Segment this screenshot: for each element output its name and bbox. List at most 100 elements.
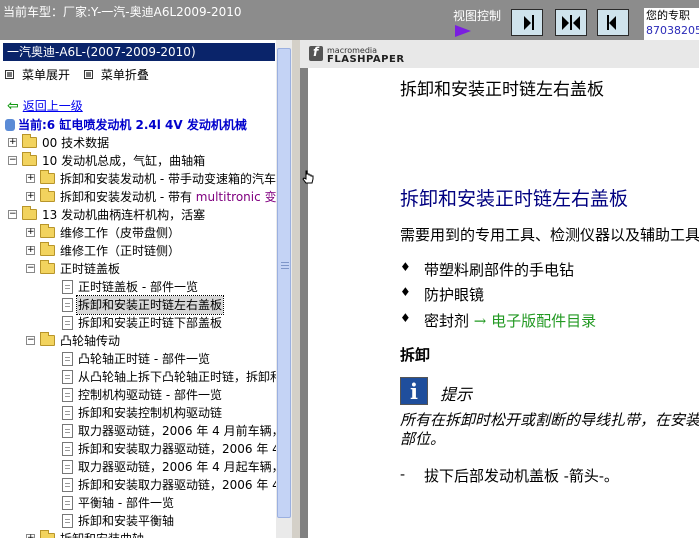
tree-item-label: 拆卸和安装控制机构驱动链 bbox=[78, 406, 223, 420]
document-viewer: macromedia FLASHPAPER 拆卸和安装正时链左右盖板 拆卸和安装… bbox=[300, 40, 699, 538]
back-link-label: 返回上一级 bbox=[22, 99, 83, 113]
list-item-text: 密封剂 bbox=[424, 312, 474, 330]
expand-icon[interactable]: + bbox=[26, 246, 35, 255]
tree-item[interactable]: 拆卸和安装平衡轴 bbox=[0, 512, 277, 530]
menu-collapse-label: 菜单折叠 bbox=[100, 68, 149, 82]
document-icon bbox=[62, 460, 73, 474]
database-icon bbox=[5, 118, 15, 131]
folder-icon bbox=[40, 224, 55, 238]
expand-icon[interactable]: + bbox=[8, 138, 17, 147]
tree-item[interactable]: + 拆卸和安装曲轴 bbox=[0, 530, 277, 538]
document-icon bbox=[62, 298, 73, 312]
tree-item-label: 从凸轮轴上拆下凸轮轴正时链，拆卸和 bbox=[78, 370, 277, 384]
tree-item-label: 维修工作（正时链侧） bbox=[60, 244, 181, 258]
view-control-label: 视图控制 bbox=[453, 9, 502, 23]
expand-icon[interactable]: + bbox=[26, 228, 35, 237]
tip-text-line: 所有在拆卸时松开或割断的导线扎带，在安装时 bbox=[400, 411, 699, 429]
tree-item-label: 维修工作（皮带盘侧） bbox=[60, 226, 181, 240]
tip-text: 所有在拆卸时松开或割断的导线扎带，在安装时 部位。 bbox=[400, 411, 699, 449]
view-control-arrow-icon bbox=[455, 25, 471, 37]
tree-item[interactable]: − 凸轮轴传动 bbox=[0, 332, 277, 350]
vehicle-brand-header: 一汽奥迪-A6L-(2007-2009-2010) bbox=[3, 43, 275, 61]
arrow-right-icon bbox=[562, 16, 569, 30]
tree-item[interactable]: + 维修工作（正时链侧） bbox=[0, 242, 277, 260]
folder-icon bbox=[22, 134, 37, 148]
arrow-left-icon bbox=[609, 16, 616, 30]
tree-item[interactable]: 拆卸和安装取力器驱动链，2006 年 4 bbox=[0, 440, 277, 458]
back-link[interactable]: ⇦ 返回上一级 bbox=[7, 97, 83, 114]
info-icon bbox=[400, 377, 428, 405]
menu-collapse-button[interactable]: 菜单折叠 bbox=[83, 68, 149, 82]
tree-item[interactable]: + 拆卸和安装发动机 - 带有 multitronic 变 bbox=[0, 188, 277, 206]
tree-item[interactable]: 凸轮轴正时链 - 部件一览 bbox=[0, 350, 277, 368]
tree-item[interactable]: 取力器驱动链，2006 年 4 月起车辆， bbox=[0, 458, 277, 476]
tree-item[interactable]: 平衡轴 - 部件一览 bbox=[0, 494, 277, 512]
tree-item[interactable]: 拆卸和安装正时链下部盖板 bbox=[0, 314, 277, 332]
document-icon bbox=[62, 352, 73, 366]
page-header-title: 拆卸和安装正时链左右盖板 bbox=[400, 80, 604, 100]
menu-expand-button[interactable]: 菜单展开 bbox=[5, 68, 70, 82]
collapse-icon[interactable]: − bbox=[26, 264, 35, 273]
tree-item-label: 凸轮轴正时链 - 部件一览 bbox=[78, 352, 210, 366]
parts-catalog-link[interactable]: → 电子版配件目录 bbox=[474, 312, 596, 330]
view-expand-right-button[interactable] bbox=[511, 9, 543, 36]
tree-item[interactable]: − 13 发动机曲柄连杆机构，活塞 bbox=[0, 206, 277, 224]
document-icon bbox=[62, 280, 73, 294]
tree-item[interactable]: + 00 技术数据 bbox=[0, 134, 277, 152]
tree-item-label: 拆卸和安装发动机 - 带有 multitronic 变 bbox=[60, 190, 277, 204]
tree-item[interactable]: 取力器驱动链，2006 年 4 月前车辆， bbox=[0, 422, 277, 440]
tree-item-label: 拆卸和安装正时链左右盖板 bbox=[75, 295, 225, 315]
flashpaper-logo-icon bbox=[309, 45, 323, 61]
collapse-icon[interactable]: − bbox=[8, 210, 17, 219]
list-item-text: 带塑料刷部件的手电钻 bbox=[424, 261, 575, 279]
document-icon bbox=[62, 424, 73, 438]
tree-item-label: 取力器驱动链，2006 年 4 月起车辆， bbox=[78, 460, 277, 474]
tree-item-selected[interactable]: 拆卸和安装正时链左右盖板 bbox=[0, 295, 277, 315]
tree-item[interactable]: 正时链盖板 - 部件一览 bbox=[0, 278, 277, 296]
tree-item[interactable]: 从凸轮轴上拆下凸轮轴正时链，拆卸和 bbox=[0, 368, 277, 386]
tree-item-label: 拆卸和安装曲轴 bbox=[60, 530, 144, 538]
flashpaper-brand-bottom: FLASHPAPER bbox=[327, 54, 405, 65]
tree-item[interactable]: − 正时链盖板 bbox=[0, 260, 277, 278]
view-expand-left-button[interactable] bbox=[597, 9, 629, 36]
folder-icon bbox=[40, 188, 55, 202]
document-icon bbox=[62, 370, 73, 384]
tree-item[interactable]: 拆卸和安装控制机构驱动链 bbox=[0, 404, 277, 422]
document-icon bbox=[62, 442, 73, 456]
tree-item[interactable]: 拆卸和安装取力器驱动链，2006 年 4 bbox=[0, 476, 277, 494]
support-contact-text: 您的专职 bbox=[646, 9, 690, 22]
panel-splitter[interactable] bbox=[292, 40, 300, 538]
tree-scrollbar[interactable] bbox=[276, 40, 292, 538]
tree-item-label: 拆卸和安装取力器驱动链，2006 年 4 bbox=[78, 442, 277, 456]
top-bar: 当前车型：厂家:Y-一汽-奥迪A6L2009-2010 视图控制 您的专职 87… bbox=[0, 0, 699, 40]
document-icon bbox=[62, 496, 73, 510]
tree-item-label: 取力器驱动链，2006 年 4 月前车辆， bbox=[78, 424, 277, 438]
collapse-icon[interactable]: − bbox=[8, 156, 17, 165]
step-dash: - bbox=[400, 465, 406, 483]
list-item-text: 防护眼镜 bbox=[424, 286, 485, 304]
tools-required-text: 需要用到的专用工具、检测仪器以及辅助工具 bbox=[400, 226, 699, 244]
tree-item[interactable]: 控制机构驱动链 - 部件一览 bbox=[0, 386, 277, 404]
arrow-left-icon bbox=[573, 16, 580, 30]
folder-open-icon bbox=[22, 206, 37, 220]
expand-icon[interactable]: + bbox=[26, 192, 35, 201]
tree-item-label: 正时链盖板 bbox=[60, 262, 121, 276]
bullet-diamond-icon: ♦ bbox=[400, 260, 411, 274]
grip-icon bbox=[281, 262, 289, 269]
document-icon bbox=[62, 514, 73, 528]
bullet-diamond-icon: ♦ bbox=[400, 311, 411, 325]
tree-item-label: 拆卸和安装发动机 - 带手动变速箱的汽车 bbox=[60, 172, 276, 186]
collapse-icon[interactable]: − bbox=[26, 336, 35, 345]
view-split-center-button[interactable] bbox=[555, 9, 587, 36]
tree-item-label: 平衡轴 - 部件一览 bbox=[78, 496, 174, 510]
expand-icon[interactable]: + bbox=[26, 174, 35, 183]
tree-item[interactable]: − 10 发动机总成，气缸，曲轴箱 bbox=[0, 152, 277, 170]
document-icon bbox=[62, 388, 73, 402]
tree-item[interactable]: + 拆卸和安装发动机 - 带手动变速箱的汽车 bbox=[0, 170, 277, 188]
expand-icon[interactable]: + bbox=[26, 534, 35, 538]
chapter-tree: + 00 技术数据 − 10 发动机总成，气缸，曲轴箱 + 拆卸和安装发动机 -… bbox=[0, 134, 277, 538]
scrollbar-thumb[interactable] bbox=[277, 48, 291, 518]
tree-item[interactable]: + 维修工作（皮带盘侧） bbox=[0, 224, 277, 242]
tree-item-label: 拆卸和安装正时链下部盖板 bbox=[78, 316, 223, 330]
current-path-label: 当前:6 缸电喷发动机 2.4l 4V 发动机机械 bbox=[18, 118, 247, 132]
